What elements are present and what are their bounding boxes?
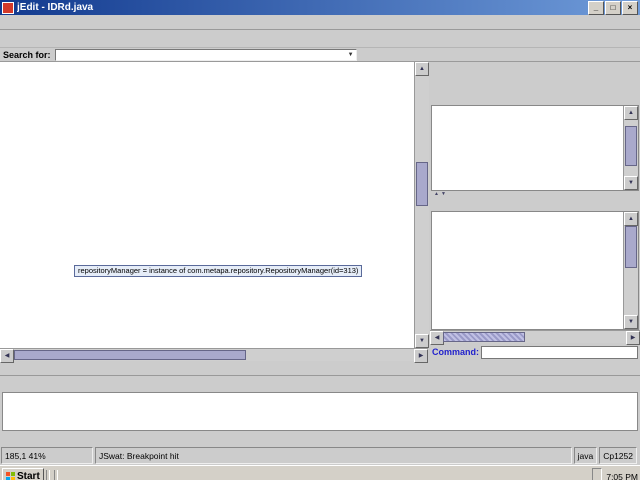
windows-taskbar: Start 7:05 PM xyxy=(0,465,640,480)
search-input[interactable]: ▼ xyxy=(55,49,357,61)
messages-hscroll-thumb[interactable] xyxy=(443,332,525,342)
chevron-down-icon[interactable]: ▼ xyxy=(348,52,356,58)
bottom-dock-tabs xyxy=(0,431,640,446)
debugger-toolbar xyxy=(430,62,640,92)
close-button[interactable]: × xyxy=(622,1,638,15)
scroll-down-icon[interactable]: ▼ xyxy=(624,315,638,329)
editor-wrapper: repositoryManager = instance of com.meta… xyxy=(0,62,428,348)
ant-toolbar xyxy=(0,376,640,392)
editor-vertical-scrollbar[interactable]: ▲ ▼ xyxy=(414,62,429,348)
jedit-window: jEdit - IDRd.java _ □ × Search for: ▼ re… xyxy=(0,0,640,480)
messages-horizontal-scrollbar[interactable]: ◀ ▶ xyxy=(430,330,640,343)
taskbar-separator xyxy=(54,470,58,480)
encoding[interactable]: Cp1252 xyxy=(599,447,637,464)
scroll-left-icon[interactable]: ◀ xyxy=(0,349,14,363)
dockable-tabs xyxy=(430,361,640,375)
scroll-up-icon[interactable]: ▲ xyxy=(415,62,429,76)
start-button[interactable]: Start xyxy=(2,468,44,480)
scroll-right-icon[interactable]: ▶ xyxy=(626,331,640,345)
search-bar: Search for: ▼ xyxy=(0,48,640,62)
jswat-panel: ▲ ▼ ▲ ▼ ▲ ▼ ◀ ▶ xyxy=(430,62,640,375)
editor-scroll-thumb[interactable] xyxy=(416,162,428,206)
buffer-tabs xyxy=(0,361,428,375)
locals-scroll-thumb[interactable] xyxy=(625,126,637,166)
minimize-button[interactable]: _ xyxy=(588,1,604,15)
taskbar-clock: 7:05 PM xyxy=(606,472,638,480)
editor-column: repositoryManager = instance of com.meta… xyxy=(0,62,428,375)
maximize-button[interactable]: □ xyxy=(605,1,621,15)
scroll-left-icon[interactable]: ◀ xyxy=(430,331,444,345)
command-label: Command: xyxy=(432,347,479,357)
main-area: repositoryManager = instance of com.meta… xyxy=(0,62,640,375)
scroll-up-icon[interactable]: ▲ xyxy=(624,212,638,226)
command-input[interactable] xyxy=(481,346,638,359)
splitter-up-icon[interactable]: ▲ xyxy=(434,192,439,197)
main-toolbar xyxy=(0,30,640,48)
locals-vertical-scrollbar[interactable]: ▲ ▼ xyxy=(623,106,638,190)
status-message: JSwat: Breakpoint hit xyxy=(95,447,572,464)
debugger-value-tooltip: repositoryManager = instance of com.meta… xyxy=(74,265,362,277)
editor-hscroll-thumb[interactable] xyxy=(14,350,246,360)
splitter-down-icon[interactable]: ▼ xyxy=(441,192,446,197)
status-bar: 185,1 41% JSwat: Breakpoint hit java Cp1… xyxy=(0,446,640,465)
editor-horizontal-scrollbar[interactable]: ◀ ▶ xyxy=(0,348,428,361)
locals-rows xyxy=(432,106,623,190)
locals-tree: ▲ ▼ xyxy=(431,105,639,191)
system-tray xyxy=(592,468,602,480)
command-row: Command: xyxy=(430,343,640,361)
taskbar-separator xyxy=(46,470,50,480)
messages-vertical-scrollbar[interactable]: ▲ ▼ xyxy=(623,212,638,329)
ant-farm-panel xyxy=(0,375,640,446)
title-bar[interactable]: jEdit - IDRd.java _ □ × xyxy=(0,0,640,15)
start-label: Start xyxy=(17,471,40,480)
panel-splitter[interactable]: ▲ ▼ xyxy=(430,191,640,198)
scroll-up-icon[interactable]: ▲ xyxy=(624,106,638,120)
messages-panel: ▲ ▼ xyxy=(431,211,639,330)
messages-text xyxy=(432,212,623,329)
code-editor[interactable]: repositoryManager = instance of com.meta… xyxy=(0,62,414,348)
windows-logo-icon xyxy=(6,472,15,480)
scroll-down-icon[interactable]: ▼ xyxy=(415,334,429,348)
debugger-upper-tabs xyxy=(430,92,640,105)
messages-scroll-thumb[interactable] xyxy=(625,226,637,268)
jedit-app-icon xyxy=(2,2,14,14)
search-label: Search for: xyxy=(3,50,51,60)
ant-target-tree xyxy=(2,392,638,431)
scroll-right-icon[interactable]: ▶ xyxy=(414,349,428,363)
window-title: jEdit - IDRd.java xyxy=(17,2,587,13)
debugger-lower-tabs xyxy=(430,198,640,211)
menu-bar xyxy=(0,15,640,30)
caret-position: 185,1 41% xyxy=(1,447,93,464)
edit-mode[interactable]: java xyxy=(574,447,598,464)
scroll-down-icon[interactable]: ▼ xyxy=(624,176,638,190)
